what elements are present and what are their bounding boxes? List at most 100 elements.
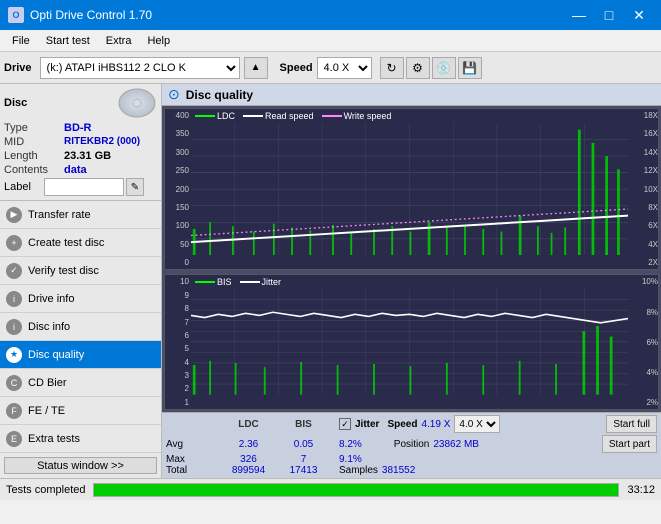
eject-button[interactable]: ▲ bbox=[244, 57, 268, 79]
content-area: ⊙ Disc quality LDC Read speed bbox=[162, 84, 661, 478]
avg-bis-value: 0.05 bbox=[276, 439, 331, 450]
chart2-inner bbox=[191, 289, 628, 395]
length-key: Length bbox=[4, 150, 64, 162]
start-full-button[interactable]: Start full bbox=[606, 415, 657, 433]
nav-verify-test-disc-label: Verify test disc bbox=[28, 265, 99, 277]
speed-select-stats[interactable]: 4.0 X bbox=[454, 415, 500, 433]
nav-disc-quality[interactable]: ★ Disc quality bbox=[0, 341, 161, 369]
verify-test-disc-icon: ✓ bbox=[6, 263, 22, 279]
menubar: File Start test Extra Help bbox=[0, 30, 661, 52]
status-window-label: Status window >> bbox=[37, 460, 124, 472]
main-area: Disc Type BD-R MID bbox=[0, 84, 661, 478]
max-jitter-value: 9.1% bbox=[339, 454, 362, 465]
drive-label: Drive bbox=[4, 62, 32, 74]
speed-header: Speed bbox=[387, 419, 417, 430]
chart2-svg bbox=[191, 289, 628, 395]
nav-extra-tests[interactable]: E Extra tests bbox=[0, 425, 161, 453]
disc-panel: Disc Type BD-R MID bbox=[0, 84, 161, 201]
bis-chart: BIS Jitter 10987654321 10%8%6%4%2% bbox=[164, 274, 659, 410]
total-ldc-value: 899594 bbox=[221, 465, 276, 476]
disc-quality-title: Disc quality bbox=[186, 88, 253, 102]
label-edit-button[interactable]: ✎ bbox=[126, 178, 144, 196]
progress-container bbox=[93, 483, 619, 497]
minimize-button[interactable]: — bbox=[565, 4, 593, 26]
start-part-button[interactable]: Start part bbox=[602, 435, 657, 453]
disc-quality-header: ⊙ Disc quality bbox=[162, 84, 661, 106]
label-input[interactable] bbox=[44, 178, 124, 196]
position-value: 23862 MB bbox=[433, 439, 479, 450]
avg-ldc-value: 2.36 bbox=[221, 439, 276, 450]
write-speed-legend-label: Write speed bbox=[344, 111, 392, 121]
nav-cd-bier[interactable]: C CD Bier bbox=[0, 369, 161, 397]
charts-container: LDC Read speed Write speed 4003503002502… bbox=[162, 106, 661, 412]
total-bis-value: 17413 bbox=[276, 465, 331, 476]
jitter-checkbox[interactable]: ✓ bbox=[339, 418, 351, 430]
speed-select[interactable]: 4.0 X bbox=[317, 57, 372, 79]
total-label: Total bbox=[166, 465, 221, 476]
disc-info-icon: i bbox=[6, 319, 22, 335]
cd-bier-icon: C bbox=[6, 375, 22, 391]
nav-disc-info-label: Disc info bbox=[28, 321, 70, 333]
extra-tests-icon: E bbox=[6, 431, 22, 447]
avg-label: Avg bbox=[166, 439, 221, 450]
drive-select[interactable]: (k:) ATAPI iHBS112 2 CLO K bbox=[40, 57, 240, 79]
mid-key: MID bbox=[4, 136, 64, 148]
titlebar: O Opti Drive Control 1.70 — □ ✕ bbox=[0, 0, 661, 30]
label-key: Label bbox=[4, 181, 44, 193]
nav-verify-test-disc[interactable]: ✓ Verify test disc bbox=[0, 257, 161, 285]
nav-disc-quality-label: Disc quality bbox=[28, 349, 84, 361]
disc-quality-icon: ★ bbox=[6, 347, 22, 363]
nav-transfer-rate[interactable]: ▶ Transfer rate bbox=[0, 201, 161, 229]
app-icon: O bbox=[8, 7, 24, 23]
status-bar: Tests completed 33:12 bbox=[0, 478, 661, 500]
stats-bar: LDC BIS ✓ Jitter Speed 4.19 X 4.0 X Star… bbox=[162, 412, 661, 478]
position-label: Position bbox=[394, 439, 430, 450]
disc-quality-header-icon: ⊙ bbox=[168, 86, 180, 103]
chart1-y-right: 18X16X14X12X10X8X6X4X2X bbox=[630, 109, 658, 269]
type-value: BD-R bbox=[64, 122, 92, 134]
menu-start-test[interactable]: Start test bbox=[38, 33, 98, 49]
settings-button[interactable]: ⚙ bbox=[406, 57, 430, 79]
nav-cd-bier-label: CD Bier bbox=[28, 377, 67, 389]
nav-disc-info[interactable]: i Disc info bbox=[0, 313, 161, 341]
create-test-disc-icon: + bbox=[6, 235, 22, 251]
nav-fe-te[interactable]: F FE / TE bbox=[0, 397, 161, 425]
disc-button[interactable]: 💿 bbox=[432, 57, 456, 79]
menu-file[interactable]: File bbox=[4, 33, 38, 49]
close-button[interactable]: ✕ bbox=[625, 4, 653, 26]
menu-extra[interactable]: Extra bbox=[98, 33, 140, 49]
avg-speed-value: 4.19 X bbox=[421, 419, 450, 430]
progress-fill bbox=[94, 484, 618, 496]
nav-create-test-disc-label: Create test disc bbox=[28, 237, 104, 249]
samples-label: Samples bbox=[339, 465, 378, 476]
nav-extra-tests-label: Extra tests bbox=[28, 433, 80, 445]
refresh-button[interactable]: ↻ bbox=[380, 57, 404, 79]
disc-svg-icon bbox=[117, 88, 157, 118]
nav-items: ▶ Transfer rate + Create test disc ✓ Ver… bbox=[0, 201, 161, 453]
contents-key: Contents bbox=[4, 164, 64, 176]
length-value: 23.31 GB bbox=[64, 150, 111, 162]
bis-header: BIS bbox=[276, 419, 331, 430]
max-label: Max bbox=[166, 454, 221, 465]
nav-drive-info[interactable]: i Drive info bbox=[0, 285, 161, 313]
fe-te-icon: F bbox=[6, 403, 22, 419]
status-time: 33:12 bbox=[627, 484, 655, 496]
nav-create-test-disc[interactable]: + Create test disc bbox=[0, 229, 161, 257]
chart1-inner bbox=[191, 123, 628, 255]
save-button[interactable]: 💾 bbox=[458, 57, 482, 79]
maximize-button[interactable]: □ bbox=[595, 4, 623, 26]
speed-section: Speed 4.19 X bbox=[387, 419, 450, 430]
chart1-svg bbox=[191, 123, 628, 255]
max-ldc-value: 326 bbox=[221, 454, 276, 465]
nav-transfer-rate-label: Transfer rate bbox=[28, 209, 91, 221]
status-window-button[interactable]: Status window >> bbox=[4, 457, 157, 474]
chart1-y-left: 400350300250200150100500 bbox=[165, 109, 189, 269]
bis-legend: BIS Jitter bbox=[195, 277, 281, 287]
chart2-y-right: 10%8%6%4%2% bbox=[630, 275, 658, 409]
menu-help[interactable]: Help bbox=[139, 33, 178, 49]
avg-jitter-value: 8.2% bbox=[339, 439, 362, 450]
bis-legend-label: BIS bbox=[217, 277, 232, 287]
chart2-y-left: 10987654321 bbox=[165, 275, 189, 409]
ldc-legend-label: LDC bbox=[217, 111, 235, 121]
drive-toolbar: Drive (k:) ATAPI iHBS112 2 CLO K ▲ Speed… bbox=[0, 52, 661, 84]
